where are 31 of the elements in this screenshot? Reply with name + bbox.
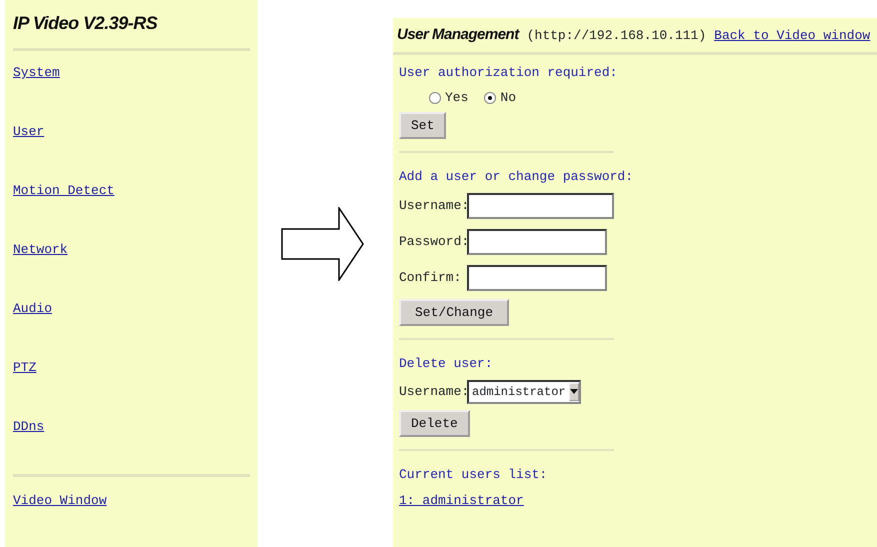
input-field[interactable] — [467, 264, 607, 290]
radio-button[interactable] — [429, 92, 441, 104]
action-button[interactable]: Set/Change — [399, 298, 510, 326]
back-link[interactable]: Back to Video window — [714, 26, 870, 46]
app-title: IP Video V2.39-RS — [13, 12, 158, 35]
nav-link[interactable]: System — [13, 65, 60, 80]
radio-label: Yes — [445, 89, 468, 107]
input-field[interactable] — [467, 228, 607, 254]
dropdown[interactable]: administrator — [467, 380, 581, 404]
dropdown-value: administrator — [471, 384, 567, 400]
section-label: User authorization required: — [399, 64, 618, 82]
url-text: (http://192.168.10.111) — [526, 27, 706, 45]
right-arrow-icon — [281, 206, 365, 280]
action-button[interactable]: Set — [399, 112, 446, 139]
field-label: Confirm: — [399, 268, 462, 287]
nav-link[interactable]: Audio — [13, 301, 52, 316]
section-label: Delete user: — [399, 355, 494, 373]
nav-link[interactable]: DDns — [13, 419, 44, 434]
page-title: User Management — [397, 27, 519, 42]
action-button[interactable]: Delete — [399, 410, 470, 437]
nav-link[interactable]: User — [13, 124, 44, 139]
input-field[interactable] — [467, 192, 614, 218]
radio-button[interactable] — [484, 92, 496, 104]
account-entry-link[interactable]: 1: administrator — [399, 492, 524, 508]
section-label: Add a user or change password: — [399, 168, 634, 186]
section-label: Current users list: — [399, 466, 548, 484]
nav-link[interactable]: Video Window — [13, 493, 107, 508]
nav-link[interactable]: Motion Detect — [13, 183, 114, 198]
nav-link[interactable]: PTZ — [13, 360, 36, 375]
radio-label: No — [500, 89, 516, 107]
nav-link[interactable]: Network — [13, 242, 68, 257]
